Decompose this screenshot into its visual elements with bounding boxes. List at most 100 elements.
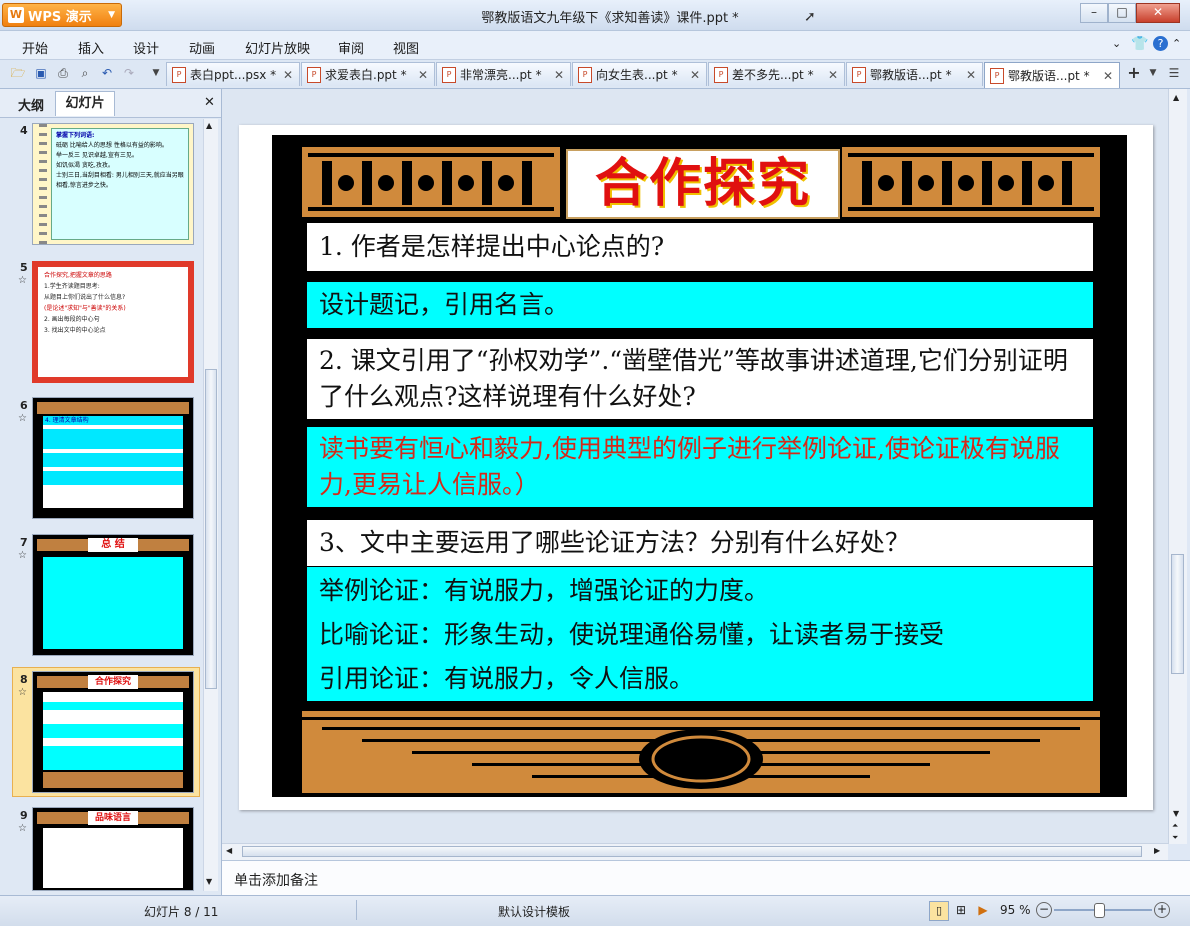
panel-scrollbar[interactable]: ▲ ▼ <box>203 119 218 891</box>
thumb-text: (是论述"求知"与"善读"的关系) <box>44 305 126 312</box>
slide-thumbnail-7[interactable]: 总 结 <box>32 534 194 656</box>
scrollbar-thumb[interactable] <box>242 846 1142 857</box>
ppt-file-icon: P <box>578 66 592 83</box>
notes-placeholder: 单击添加备注 <box>234 873 318 889</box>
chevron-up-icon[interactable]: ⌃ <box>1172 37 1181 50</box>
slide-thumbnail-4[interactable]: 掌握下列词语: 砥砺 比喻给人的思想 性格以有益的影响。 举一反三 见识卓越,宣… <box>32 123 194 245</box>
thumb-title: 总 结 <box>88 538 138 552</box>
question-2[interactable]: 2. 课文引用了“孙权劝学”.“凿壁借光”等故事讲述道理,它们分别证明了什么观点… <box>307 339 1093 419</box>
question-1[interactable]: 1. 作者是怎样提出中心论点的? <box>307 223 1093 271</box>
header-pattern-right <box>842 147 1100 217</box>
tab-0[interactable]: P 表白ppt...psx * ✕ <box>166 62 300 86</box>
close-tab-icon[interactable]: ✕ <box>966 68 976 82</box>
wps-logo-icon: W <box>8 7 24 23</box>
question-3[interactable]: 3、文中主要运用了哪些论证方法？分别有什么好处？ <box>307 520 1093 566</box>
close-tab-icon[interactable]: ✕ <box>828 68 838 82</box>
zoom-out-button[interactable]: − <box>1036 902 1052 918</box>
menu-start[interactable]: 开始 <box>22 38 48 57</box>
normal-view-icon[interactable]: ▯ <box>929 901 949 921</box>
menu-insert[interactable]: 插入 <box>78 38 104 57</box>
slide-title-box[interactable]: 合作探究 <box>566 149 840 219</box>
slide-background: 合作探究 1. 作者是怎样提出中心论点的? 设计题记，引用名言。 2. 课文引用… <box>272 135 1127 797</box>
tab-list-icon[interactable]: ☰ <box>1166 65 1182 81</box>
tab-slides[interactable]: 幻灯片 <box>55 91 115 116</box>
thumb-content: 掌握下列词语: 砥砺 比喻给人的思想 性格以有益的影响。 举一反三 见识卓越,宣… <box>51 128 189 240</box>
slideshow-icon[interactable]: ▶ <box>974 901 992 919</box>
previous-slide-icon[interactable]: ⏶ <box>1172 821 1178 831</box>
thumb-block <box>43 738 183 746</box>
redo-icon[interactable]: ↷ <box>121 65 137 81</box>
menu-slideshow[interactable]: 幻灯片放映 <box>245 38 310 57</box>
maximize-button[interactable]: □ <box>1108 3 1136 23</box>
thumb-text: 1.学生齐读题目思考: <box>44 283 100 290</box>
chevron-down-icon[interactable]: ▼ <box>1145 65 1161 81</box>
scroll-down-icon[interactable]: ▼ <box>1173 809 1179 818</box>
ppt-file-icon: P <box>714 66 728 83</box>
open-folder-icon[interactable]: 🗁 <box>10 65 26 81</box>
tab-2[interactable]: P 非常漂亮...pt * ✕ <box>436 62 571 86</box>
thumb-text: 掌握下列词语: <box>56 132 95 139</box>
slide-number: 4 <box>20 124 28 137</box>
menu-animation[interactable]: 动画 <box>189 38 215 57</box>
answer-2[interactable]: 读书要有恒心和毅力,使用典型的例子进行举例论证,使论证极有说服力,更易让人信服。… <box>307 427 1093 507</box>
vertical-scrollbar[interactable]: ▲ ▼ ⏶ ⏷ <box>1168 89 1187 844</box>
zoom-level: 95 % <box>1000 903 1031 917</box>
thumb-border-pattern <box>37 402 189 414</box>
slide-sorter-icon[interactable]: ⊞ <box>952 901 970 919</box>
tab-6-active[interactable]: P 鄂教版语...pt * ✕ <box>984 62 1120 88</box>
close-tab-icon[interactable]: ✕ <box>690 68 700 82</box>
new-tab-icon[interactable]: + <box>1126 65 1142 81</box>
next-slide-icon[interactable]: ⏷ <box>1172 833 1178 843</box>
help-icon[interactable]: ? <box>1153 36 1168 51</box>
close-window-button[interactable]: ✕ <box>1136 3 1180 23</box>
tab-4[interactable]: P 差不多先...pt * ✕ <box>708 62 845 86</box>
undo-icon[interactable]: ↶ <box>99 65 115 81</box>
print-preview-icon[interactable]: ⌕ <box>77 65 93 81</box>
scroll-left-icon[interactable]: ◀ <box>226 846 232 855</box>
scroll-up-icon[interactable]: ▲ <box>1173 93 1179 102</box>
zoom-slider-handle[interactable] <box>1094 903 1105 918</box>
current-slide[interactable]: 合作探究 1. 作者是怎样提出中心论点的? 设计题记，引用名言。 2. 课文引用… <box>239 125 1153 810</box>
close-panel-icon[interactable]: ✕ <box>204 95 215 110</box>
menu-view[interactable]: 视图 <box>393 38 419 57</box>
print-icon[interactable]: ⎙ <box>55 65 71 81</box>
answer-3-line-2: 比喻论证：形象生动，使说理通俗易懂，让读者易于接受 <box>319 620 945 649</box>
tab-outline[interactable]: 大纲 <box>18 95 44 114</box>
thumb-block <box>43 557 183 649</box>
shirt-skin-icon[interactable]: 👕 <box>1131 36 1148 52</box>
tab-label: 向女生表...pt * <box>596 68 678 82</box>
thumb-block <box>43 702 183 710</box>
menu-design[interactable]: 设计 <box>133 38 159 57</box>
menu-review[interactable]: 审阅 <box>338 38 364 57</box>
slide-thumbnail-6[interactable]: 4. 理清文章结构 <box>32 397 194 519</box>
tab-1[interactable]: P 求爱表白.ppt * ✕ <box>301 62 435 86</box>
slide-thumbnail-9[interactable]: 品味语言 <box>32 807 194 891</box>
horizontal-scrollbar[interactable]: ◀ ▶ <box>222 843 1168 860</box>
tab-3[interactable]: P 向女生表...pt * ✕ <box>572 62 707 86</box>
scrollbar-thumb[interactable] <box>205 369 217 689</box>
scroll-right-icon[interactable]: ▶ <box>1154 846 1160 855</box>
ppt-file-icon: P <box>442 66 456 83</box>
notes-pane[interactable]: 单击添加备注 <box>222 860 1190 895</box>
close-tab-icon[interactable]: ✕ <box>418 68 428 82</box>
close-tab-icon[interactable]: ✕ <box>554 68 564 82</box>
thumb-text: 从题目上你们说出了什么信息? <box>44 294 126 301</box>
slide-thumbnail-8[interactable]: 合作探究 <box>32 671 194 793</box>
tab-5[interactable]: P 鄂教版语...pt * ✕ <box>846 62 983 86</box>
close-tab-icon[interactable]: ✕ <box>1103 69 1113 83</box>
save-icon[interactable]: ▣ <box>33 65 49 81</box>
wps-app-menu-button[interactable]: W WPS 演示 ▼ <box>2 3 122 27</box>
slide-thumbnail-5[interactable]: 合作探究,把握文章的思路 1.学生齐读题目思考: 从题目上你们说出了什么信息? … <box>32 261 194 383</box>
chevron-down-icon[interactable]: ⌄ <box>1112 37 1121 50</box>
scrollbar-thumb[interactable] <box>1171 554 1184 674</box>
animation-star-icon: ☆ <box>18 413 27 424</box>
thumb-text: 举一反三 见识卓越,宣有三见。 <box>56 152 138 159</box>
minimize-button[interactable]: – <box>1080 3 1108 23</box>
scroll-up-icon[interactable]: ▲ <box>206 121 212 130</box>
scroll-down-icon[interactable]: ▼ <box>206 877 212 886</box>
answer-3[interactable]: 举例论证：有说服力，增强论证的力度。 比喻论证：形象生动，使说理通俗易懂，让读者… <box>307 567 1093 701</box>
zoom-in-button[interactable]: + <box>1154 902 1170 918</box>
close-tab-icon[interactable]: ✕ <box>283 68 293 82</box>
answer-1[interactable]: 设计题记，引用名言。 <box>307 282 1093 328</box>
customize-toolbar-icon[interactable]: ▼ <box>148 65 164 81</box>
